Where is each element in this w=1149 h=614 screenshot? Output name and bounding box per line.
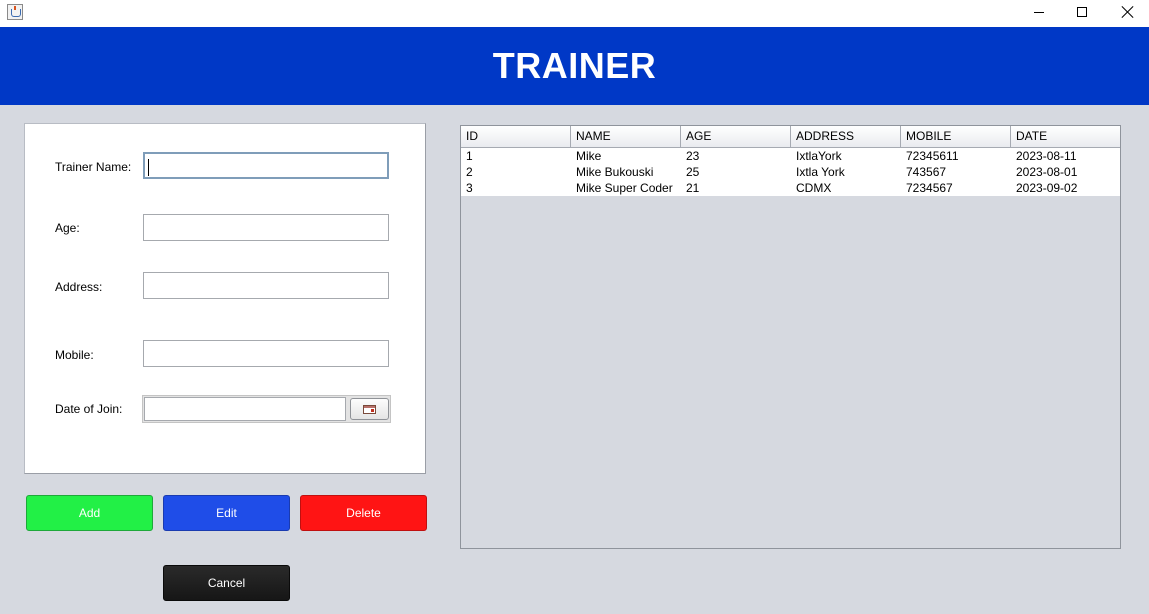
add-button[interactable]: Add: [26, 495, 153, 531]
table-row[interactable]: 2 Mike Bukouski 25 Ixtla York 743567 202…: [461, 164, 1120, 180]
trainer-name-input[interactable]: [143, 152, 389, 179]
age-input[interactable]: [143, 214, 389, 241]
minimize-button[interactable]: [1016, 0, 1062, 24]
date-chooser: [142, 395, 391, 423]
column-header-date[interactable]: DATE: [1011, 126, 1120, 148]
trainer-table[interactable]: ID NAME AGE ADDRESS MOBILE DATE 1 Mike 2…: [460, 125, 1121, 549]
table-row[interactable]: 1 Mike 23 IxtlaYork 72345611 2023-08-11: [461, 148, 1120, 164]
cell-age: 21: [686, 181, 700, 195]
cell-age: 23: [686, 149, 700, 163]
minimize-icon: [1034, 11, 1044, 13]
trainer-name-label: Trainer Name:: [55, 160, 132, 174]
maximize-button[interactable]: [1059, 0, 1105, 24]
header-banner: TRAINER: [0, 27, 1149, 105]
cell-mobile: 7234567: [906, 181, 953, 195]
delete-button[interactable]: Delete: [300, 495, 427, 531]
calendar-icon: [363, 404, 376, 414]
cell-id: 2: [466, 165, 473, 179]
column-header-mobile[interactable]: MOBILE: [901, 126, 1011, 148]
date-of-join-input[interactable]: [144, 397, 346, 421]
cancel-button[interactable]: Cancel: [163, 565, 290, 601]
java-cup-icon: [7, 4, 23, 20]
calendar-button[interactable]: [350, 398, 389, 420]
cell-date: 2023-08-01: [1016, 165, 1078, 179]
cell-mobile: 743567: [906, 165, 947, 179]
cell-address: CDMX: [796, 181, 832, 195]
cell-mobile: 72345611: [906, 149, 959, 163]
table-body: 1 Mike 23 IxtlaYork 72345611 2023-08-11 …: [461, 148, 1120, 196]
mobile-label: Mobile:: [55, 348, 94, 362]
text-caret: [148, 159, 149, 176]
cell-date: 2023-08-11: [1016, 149, 1077, 163]
column-header-age[interactable]: AGE: [681, 126, 791, 148]
address-label: Address:: [55, 280, 103, 294]
column-header-name[interactable]: NAME: [571, 126, 681, 148]
page-title: TRAINER: [492, 45, 657, 86]
cell-address: IxtlaYork: [796, 149, 842, 163]
close-icon: [1122, 6, 1134, 18]
age-label: Age:: [55, 221, 80, 235]
window-title-bar: [0, 0, 1149, 27]
table-row[interactable]: 3 Mike Super Coder 21 CDMX 7234567 2023-…: [461, 180, 1120, 196]
cell-address: Ixtla York: [796, 165, 845, 179]
cell-name: Mike Bukouski: [576, 165, 654, 179]
cell-id: 3: [466, 181, 473, 195]
date-of-join-label: Date of Join:: [55, 402, 123, 416]
address-input[interactable]: [143, 272, 389, 299]
column-header-address[interactable]: ADDRESS: [791, 126, 901, 148]
cell-name: Mike Super Coder: [576, 181, 673, 195]
edit-button[interactable]: Edit: [163, 495, 290, 531]
cell-age: 25: [686, 165, 700, 179]
cell-name: Mike: [576, 149, 602, 163]
maximize-icon: [1077, 7, 1087, 17]
column-header-id[interactable]: ID: [461, 126, 571, 148]
close-button[interactable]: [1105, 0, 1149, 24]
cell-date: 2023-09-02: [1016, 181, 1078, 195]
cell-id: 1: [466, 149, 473, 163]
mobile-input[interactable]: [143, 340, 389, 367]
trainer-form-panel: Trainer Name: Age: Address: Mobile: Date…: [24, 123, 426, 474]
table-header: ID NAME AGE ADDRESS MOBILE DATE: [461, 126, 1120, 148]
